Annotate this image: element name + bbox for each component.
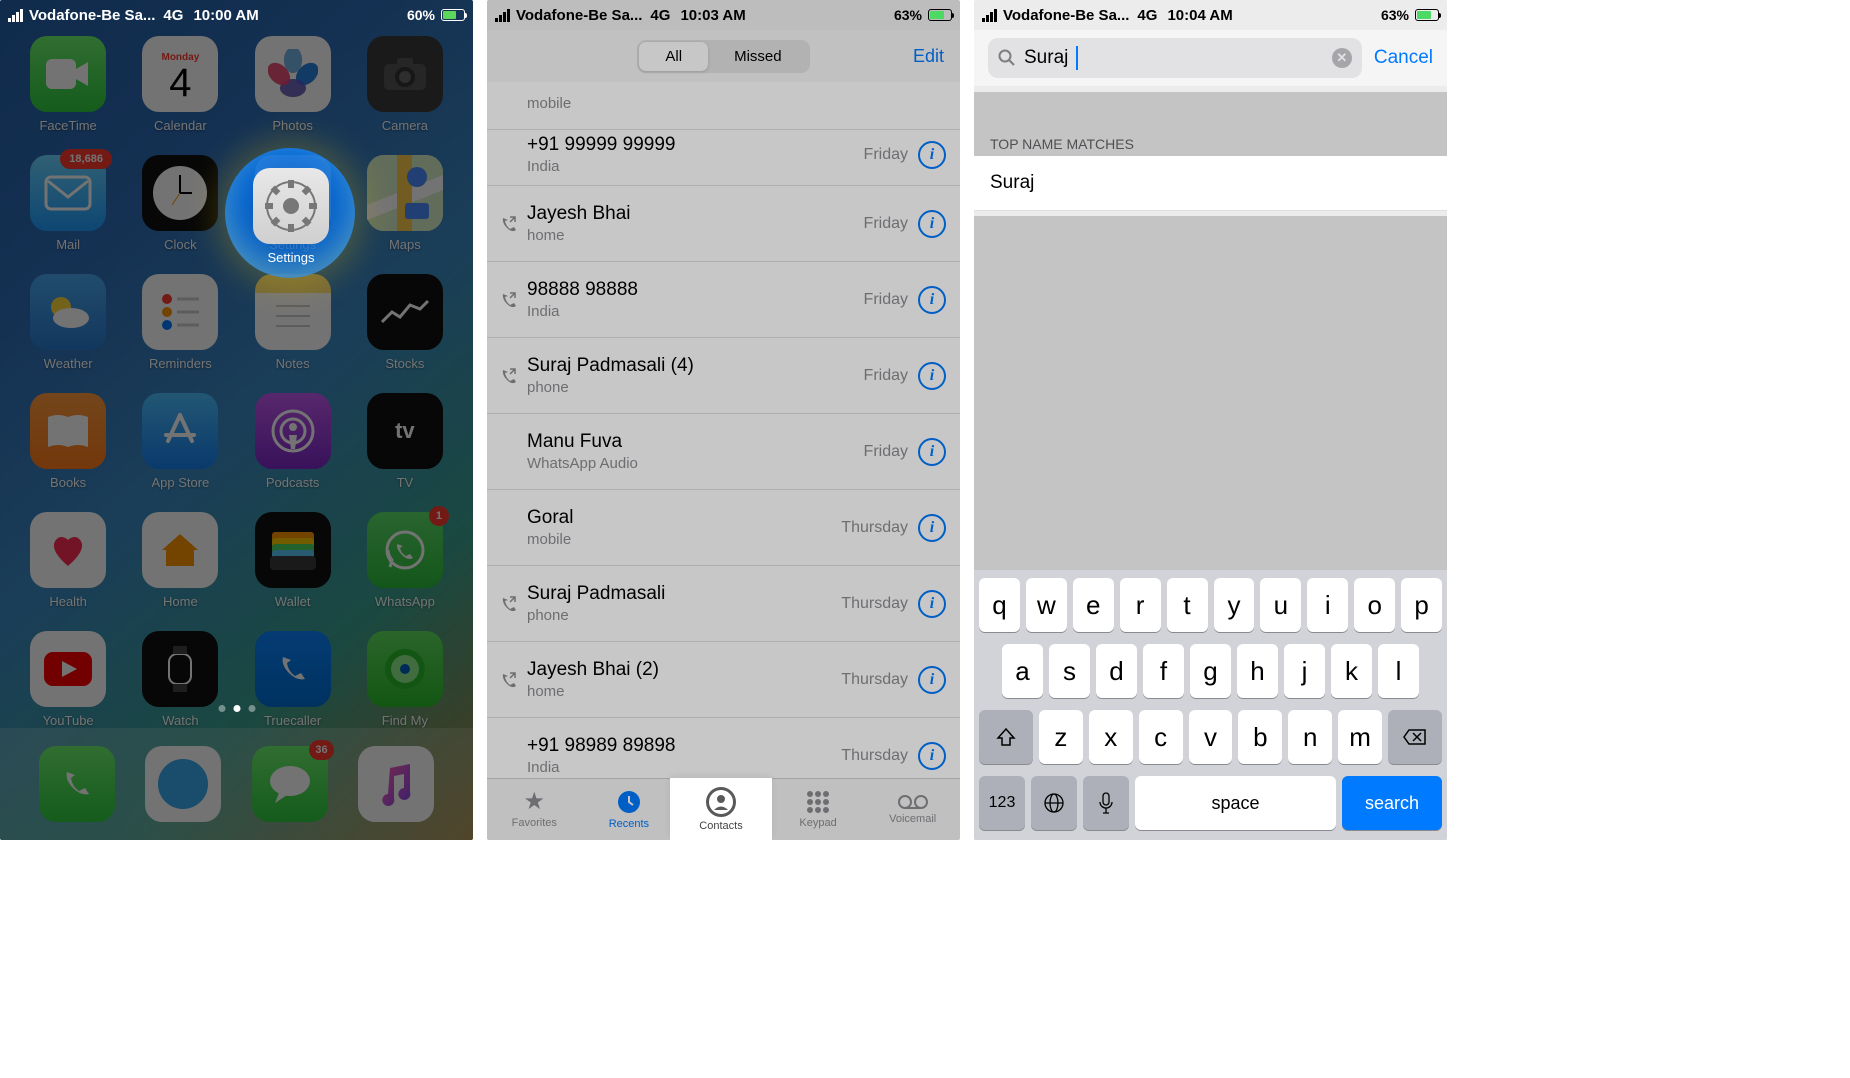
contact-icon [706,787,736,817]
key-i[interactable]: i [1307,578,1348,632]
key-l[interactable]: l [1378,644,1419,698]
carrier-label: Vodafone-Be Sa... [29,7,155,24]
key-q[interactable]: q [979,578,1020,632]
key-h[interactable]: h [1237,644,1278,698]
tab-contacts-highlighted[interactable]: Contacts [670,778,772,840]
key-j[interactable]: j [1284,644,1325,698]
key-p[interactable]: p [1401,578,1442,632]
key-v[interactable]: v [1189,710,1233,764]
key-c[interactable]: c [1139,710,1183,764]
key-w[interactable]: w [1026,578,1067,632]
key-f[interactable]: f [1143,644,1184,698]
tab-contacts-label: Contacts [699,820,742,832]
recents-screen: Vodafone-Be Sa... 4G 10:03 AM 63% All Mi… [487,0,960,840]
contacts-search-screen: Vodafone-Be Sa... 4G 10:04 AM 63% Suraj … [974,0,1447,840]
keyboard: qwertyuiop asdfghjkl zxcvbnm 123 space s… [974,570,1447,840]
battery-pct: 63% [1381,7,1409,23]
signal-icon [495,9,510,22]
key-o[interactable]: o [1354,578,1395,632]
app-settings-highlighted[interactable]: Settings [253,168,329,265]
key-y[interactable]: y [1214,578,1255,632]
key-z[interactable]: z [1039,710,1083,764]
battery-pct: 63% [894,7,922,23]
search-result[interactable]: Suraj [974,156,1447,211]
search-key[interactable]: search [1342,776,1442,830]
delete-key[interactable] [1388,710,1442,764]
status-time: 10:03 AM [680,7,745,24]
key-s[interactable]: s [1049,644,1090,698]
status-bar: Vodafone-Be Sa... 4G 10:00 AM 60% [0,0,473,30]
key-k[interactable]: k [1331,644,1372,698]
key-x[interactable]: x [1089,710,1133,764]
globe-key[interactable] [1031,776,1077,830]
dim-overlay [0,0,473,840]
space-key[interactable]: space [1135,776,1336,830]
key-b[interactable]: b [1238,710,1282,764]
key-r[interactable]: r [1120,578,1161,632]
numeric-key[interactable]: 123 [979,776,1025,830]
key-u[interactable]: u [1260,578,1301,632]
search-input[interactable]: Suraj ✕ [988,38,1362,78]
page-indicator[interactable] [218,705,255,712]
network-label: 4G [650,7,670,24]
key-g[interactable]: g [1190,644,1231,698]
battery-icon [441,9,465,21]
signal-icon [982,9,997,22]
key-e[interactable]: e [1073,578,1114,632]
cancel-button[interactable]: Cancel [1374,47,1433,69]
network-label: 4G [1137,7,1157,24]
key-t[interactable]: t [1167,578,1208,632]
battery-icon [928,9,952,21]
section-header: TOP NAME MATCHES [974,92,1447,162]
carrier-label: Vodafone-Be Sa... [1003,7,1129,24]
carrier-label: Vodafone-Be Sa... [516,7,642,24]
status-bar: Vodafone-Be Sa... 4G 10:04 AM 63% [974,0,1447,30]
key-m[interactable]: m [1338,710,1382,764]
signal-icon [8,9,23,22]
network-label: 4G [163,7,183,24]
home-screen: Vodafone-Be Sa... 4G 10:00 AM 60% FaceTi… [0,0,473,840]
clear-button[interactable]: ✕ [1332,48,1352,68]
key-n[interactable]: n [1288,710,1332,764]
dim-overlay [487,0,960,840]
search-icon [998,49,1016,67]
settings-label: Settings [268,250,315,265]
shift-key[interactable] [979,710,1033,764]
status-time: 10:04 AM [1167,7,1232,24]
search-bar: Suraj ✕ Cancel [974,30,1447,86]
status-time: 10:00 AM [193,7,258,24]
key-a[interactable]: a [1002,644,1043,698]
search-value: Suraj [1024,47,1068,69]
battery-icon [1415,9,1439,21]
key-d[interactable]: d [1096,644,1137,698]
text-cursor [1076,46,1078,70]
status-bar: Vodafone-Be Sa... 4G 10:03 AM 63% [487,0,960,30]
gear-icon [253,168,329,244]
battery-pct: 60% [407,7,435,23]
mic-key[interactable] [1083,776,1129,830]
